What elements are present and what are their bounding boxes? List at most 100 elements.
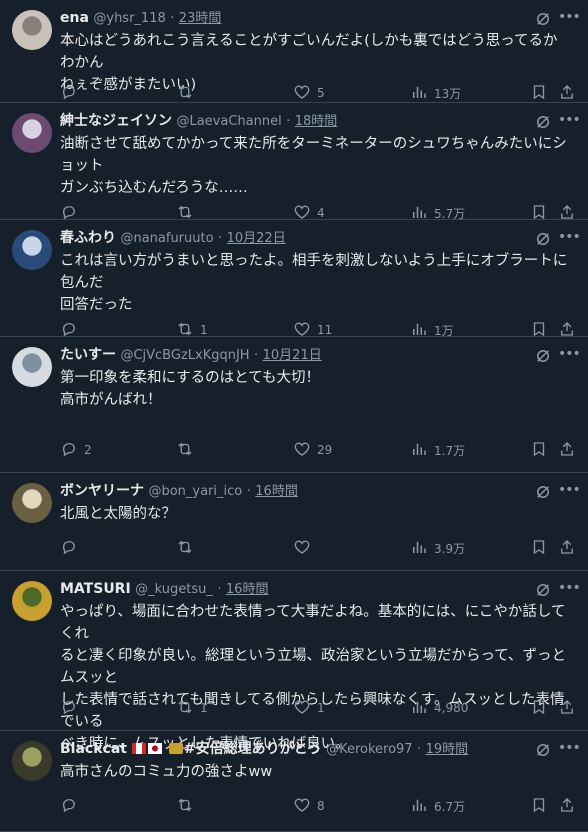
like-button[interactable]: 1: [293, 698, 325, 718]
like-button[interactable]: 29: [293, 440, 332, 460]
retweet-button[interactable]: [176, 538, 200, 558]
tweet-text: 高市さんのコミュ力の強さよww: [60, 764, 273, 780]
views-icon: [410, 440, 428, 461]
reply-button[interactable]: [60, 83, 84, 103]
avatar[interactable]: [12, 741, 52, 781]
more-options-button[interactable]: •••: [558, 228, 581, 248]
bookmark-button[interactable]: [530, 538, 548, 558]
tweet[interactable]: ena @yhsr_118 · 23時間 ••• 本心はどうあれこう言えることがすご…: [0, 0, 588, 103]
retweet-button[interactable]: [176, 796, 200, 816]
bookmark-button[interactable]: [530, 698, 548, 718]
timestamp[interactable]: 10月21日: [263, 348, 322, 363]
more-options-button[interactable]: •••: [558, 111, 581, 131]
retweet-button[interactable]: [176, 440, 200, 460]
more-options-button[interactable]: •••: [558, 579, 581, 599]
timestamp[interactable]: 16時間: [255, 484, 298, 499]
user-handle[interactable]: @CjVcBGzLxKgqnJH: [120, 348, 249, 363]
grok-icon[interactable]: [534, 230, 552, 248]
avatar[interactable]: [12, 230, 52, 270]
share-icon: [558, 698, 576, 719]
tweet-header: MATSURI @_kugetsu_ · 16時間: [60, 579, 548, 599]
timestamp[interactable]: 18時間: [295, 114, 338, 129]
grok-icon[interactable]: [534, 113, 552, 131]
display-name[interactable]: 紳士なジェイソン: [60, 113, 172, 129]
avatar[interactable]: [12, 347, 52, 387]
reply-button[interactable]: [60, 538, 84, 558]
retweet-button[interactable]: 1: [176, 698, 208, 718]
more-options-button[interactable]: •••: [558, 345, 581, 365]
reply-icon: [60, 440, 78, 461]
tweet[interactable]: Blackcat #安倍総理ありがとう @Kerokero97 · 19時間 ••…: [0, 731, 588, 832]
timestamp[interactable]: 16時間: [226, 582, 269, 597]
display-name-suffix: #安倍総理ありがとう: [183, 741, 322, 757]
reply-button[interactable]: [60, 796, 84, 816]
avatar[interactable]: [12, 10, 52, 50]
timestamp[interactable]: 10月22日: [227, 231, 286, 246]
like-button[interactable]: [293, 538, 317, 558]
views-button[interactable]: 13万: [410, 83, 461, 103]
display-name[interactable]: ボンヤリーナ: [60, 483, 144, 499]
separator-dot: ·: [417, 742, 422, 757]
grok-icon[interactable]: [534, 483, 552, 501]
more-options-button[interactable]: •••: [558, 739, 581, 759]
grok-icon[interactable]: [534, 741, 552, 759]
grok-icon[interactable]: [534, 10, 552, 28]
reply-button[interactable]: [60, 698, 84, 718]
tweet[interactable]: ボンヤリーナ @bon_yari_ico · 16時間 ••• 北風と太陽的な？ 3.…: [0, 473, 588, 571]
grok-icon[interactable]: [534, 581, 552, 599]
like-button[interactable]: 5: [293, 83, 325, 103]
views-button[interactable]: 4,980: [410, 698, 468, 718]
more-options-button[interactable]: •••: [558, 8, 581, 28]
share-button[interactable]: [558, 440, 576, 460]
timestamp[interactable]: 23時間: [179, 11, 222, 26]
display-name[interactable]: 春ふわり: [60, 230, 116, 246]
display-name[interactable]: Blackcat: [60, 741, 127, 757]
grok-icon[interactable]: [534, 347, 552, 365]
tweet-header: 春ふわり @nanafuruuto · 10月22日: [60, 228, 548, 248]
user-handle[interactable]: @bon_yari_ico: [148, 484, 242, 499]
user-handle[interactable]: @yhsr_118: [93, 11, 165, 26]
bookmark-icon: [530, 538, 548, 559]
view-count: 5.7万: [434, 206, 466, 221]
like-icon: [293, 440, 311, 461]
tweet[interactable]: MATSURI @_kugetsu_ · 16時間 ••• やっぱり、場面に合わせた…: [0, 571, 588, 752]
bookmark-button[interactable]: [530, 83, 548, 103]
views-button[interactable]: 1.7万: [410, 440, 465, 460]
bookmark-button[interactable]: [530, 796, 548, 816]
like-icon: [293, 538, 311, 559]
tweet[interactable]: たいすー @CjVcBGzLxKgqnJH · 10月21日 ••• 第一印象を柔和…: [0, 337, 588, 473]
user-handle[interactable]: @Kerokero97: [326, 742, 413, 757]
display-name[interactable]: ena: [60, 10, 89, 26]
display-name[interactable]: たいすー: [60, 347, 116, 363]
share-button[interactable]: [558, 538, 576, 558]
display-name[interactable]: MATSURI: [60, 581, 131, 597]
avatar[interactable]: [12, 581, 52, 621]
share-button[interactable]: [558, 698, 576, 718]
views-button[interactable]: 3.9万: [410, 538, 465, 558]
retweet-count: 1: [200, 701, 208, 715]
bookmark-button[interactable]: [530, 440, 548, 460]
user-handle[interactable]: @LaevaChannel: [176, 114, 281, 129]
views-button[interactable]: 6.7万: [410, 796, 465, 816]
like-button[interactable]: 8: [293, 796, 325, 816]
avatar[interactable]: [12, 113, 52, 153]
like-icon: [293, 796, 311, 817]
reply-button[interactable]: 2: [60, 440, 92, 460]
view-count: 13万: [434, 86, 462, 101]
share-button[interactable]: [558, 83, 576, 103]
more-options-button[interactable]: •••: [558, 481, 581, 501]
like-count: 29: [317, 443, 333, 457]
tweet[interactable]: 春ふわり @nanafuruuto · 10月22日 ••• これは言い方がうまいと…: [0, 220, 588, 338]
bookmark-icon: [530, 83, 548, 104]
voting-icon: [168, 743, 183, 754]
retweet-button[interactable]: [176, 83, 200, 103]
user-handle[interactable]: @_kugetsu_: [135, 582, 213, 597]
view-count: 1万: [434, 323, 454, 338]
user-handle[interactable]: @nanafuruuto: [120, 231, 213, 246]
share-button[interactable]: [558, 796, 576, 816]
avatar[interactable]: [12, 483, 52, 523]
timestamp[interactable]: 19時間: [426, 742, 469, 757]
reply-icon: [60, 83, 78, 104]
tweet-text: 油断させて舐めてかかって来た所をターミネーターのシュワちゃんみたいにショット ガ…: [60, 136, 567, 196]
tweet[interactable]: 紳士なジェイソン @LaevaChannel · 18時間 ••• 油断させて舐めて…: [0, 103, 588, 221]
